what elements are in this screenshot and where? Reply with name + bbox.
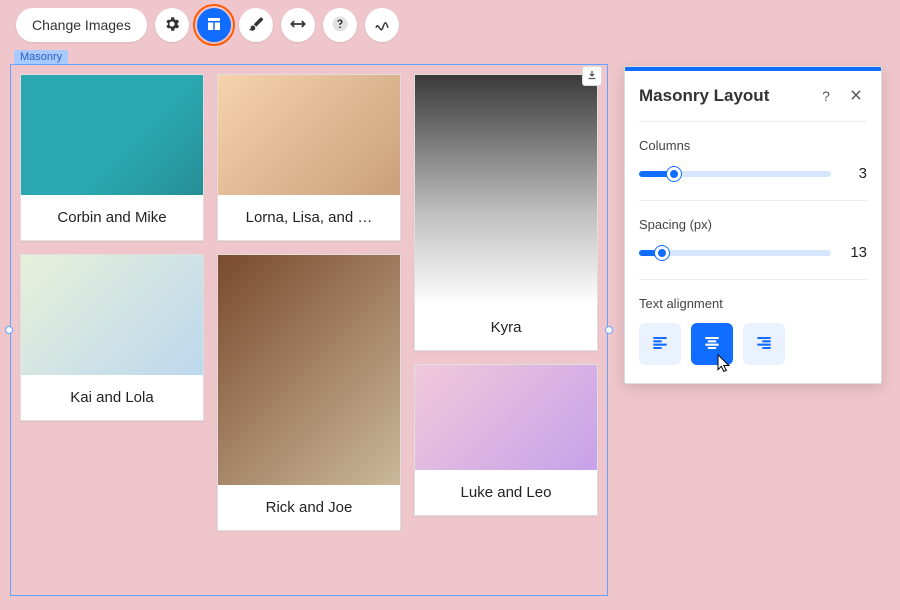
panel-help-button[interactable]: ?	[815, 85, 837, 107]
card-image	[218, 255, 400, 485]
columns-control: Columns 3	[625, 122, 881, 200]
card-caption: Kyra	[415, 305, 597, 350]
layout-icon	[205, 15, 223, 36]
gallery-card[interactable]: Rick and Joe	[217, 254, 401, 531]
columns-value: 3	[843, 165, 867, 182]
panel-title: Masonry Layout	[639, 86, 807, 106]
slider-thumb[interactable]	[655, 246, 669, 260]
panel-close-button[interactable]	[845, 85, 867, 107]
spacing-slider[interactable]	[639, 250, 831, 256]
gallery-card[interactable]: Corbin and Mike	[20, 74, 204, 241]
close-icon	[849, 88, 863, 105]
settings-button[interactable]	[155, 8, 189, 42]
align-right-icon	[754, 333, 774, 356]
card-caption: Corbin and Mike	[21, 195, 203, 240]
card-image	[218, 75, 400, 195]
layout-panel: Masonry Layout ? Columns 3 Spacing (px)	[624, 66, 882, 384]
selection-type-label: Masonry	[14, 50, 68, 64]
design-button[interactable]	[239, 8, 273, 42]
card-image	[21, 75, 203, 195]
spacing-label: Spacing (px)	[639, 217, 867, 232]
gallery-card[interactable]: Luke and Leo	[414, 364, 598, 516]
card-caption: Luke and Leo	[415, 470, 597, 515]
card-image	[415, 365, 597, 470]
stretch-button[interactable]	[281, 8, 315, 42]
card-caption: Lorna, Lisa, and …	[218, 195, 400, 240]
stretch-icon	[289, 15, 307, 36]
card-caption: Kai and Lola	[21, 375, 203, 420]
align-right-button[interactable]	[743, 323, 785, 365]
masonry-gallery: Corbin and Mike Kai and Lola Lorna, Lisa…	[20, 74, 598, 586]
change-images-label: Change Images	[32, 17, 131, 33]
resize-handle-right[interactable]	[605, 326, 613, 334]
layout-button[interactable]	[197, 8, 231, 42]
animation-icon	[373, 15, 391, 36]
spacing-value: 13	[843, 244, 867, 261]
download-icon-button[interactable]	[582, 66, 602, 86]
question-icon: ?	[822, 88, 830, 104]
animation-button[interactable]	[365, 8, 399, 42]
brush-icon	[247, 15, 265, 36]
align-center-button[interactable]	[691, 323, 733, 365]
change-images-button[interactable]: Change Images	[16, 8, 147, 42]
spacing-control: Spacing (px) 13	[625, 201, 881, 279]
columns-label: Columns	[639, 138, 867, 153]
columns-slider[interactable]	[639, 171, 831, 177]
gear-icon	[163, 15, 181, 36]
align-left-button[interactable]	[639, 323, 681, 365]
gallery-card[interactable]: Kyra	[414, 74, 598, 351]
card-caption: Rick and Joe	[218, 485, 400, 530]
card-image	[21, 255, 203, 375]
gallery-card[interactable]: Lorna, Lisa, and …	[217, 74, 401, 241]
download-icon	[586, 68, 598, 84]
help-button[interactable]	[323, 8, 357, 42]
panel-header: Masonry Layout ?	[625, 71, 881, 121]
alignment-control: Text alignment	[625, 280, 881, 383]
slider-thumb[interactable]	[667, 167, 681, 181]
resize-handle-left[interactable]	[5, 326, 13, 334]
align-left-icon	[650, 333, 670, 356]
card-image	[415, 75, 597, 305]
align-center-icon	[702, 333, 722, 356]
gallery-selection[interactable]: Masonry Corbin and Mike Kai and Lola Lor…	[10, 56, 608, 596]
element-toolbar: Change Images	[0, 0, 900, 50]
alignment-label: Text alignment	[639, 296, 867, 311]
help-icon	[331, 15, 349, 36]
gallery-card[interactable]: Kai and Lola	[20, 254, 204, 421]
